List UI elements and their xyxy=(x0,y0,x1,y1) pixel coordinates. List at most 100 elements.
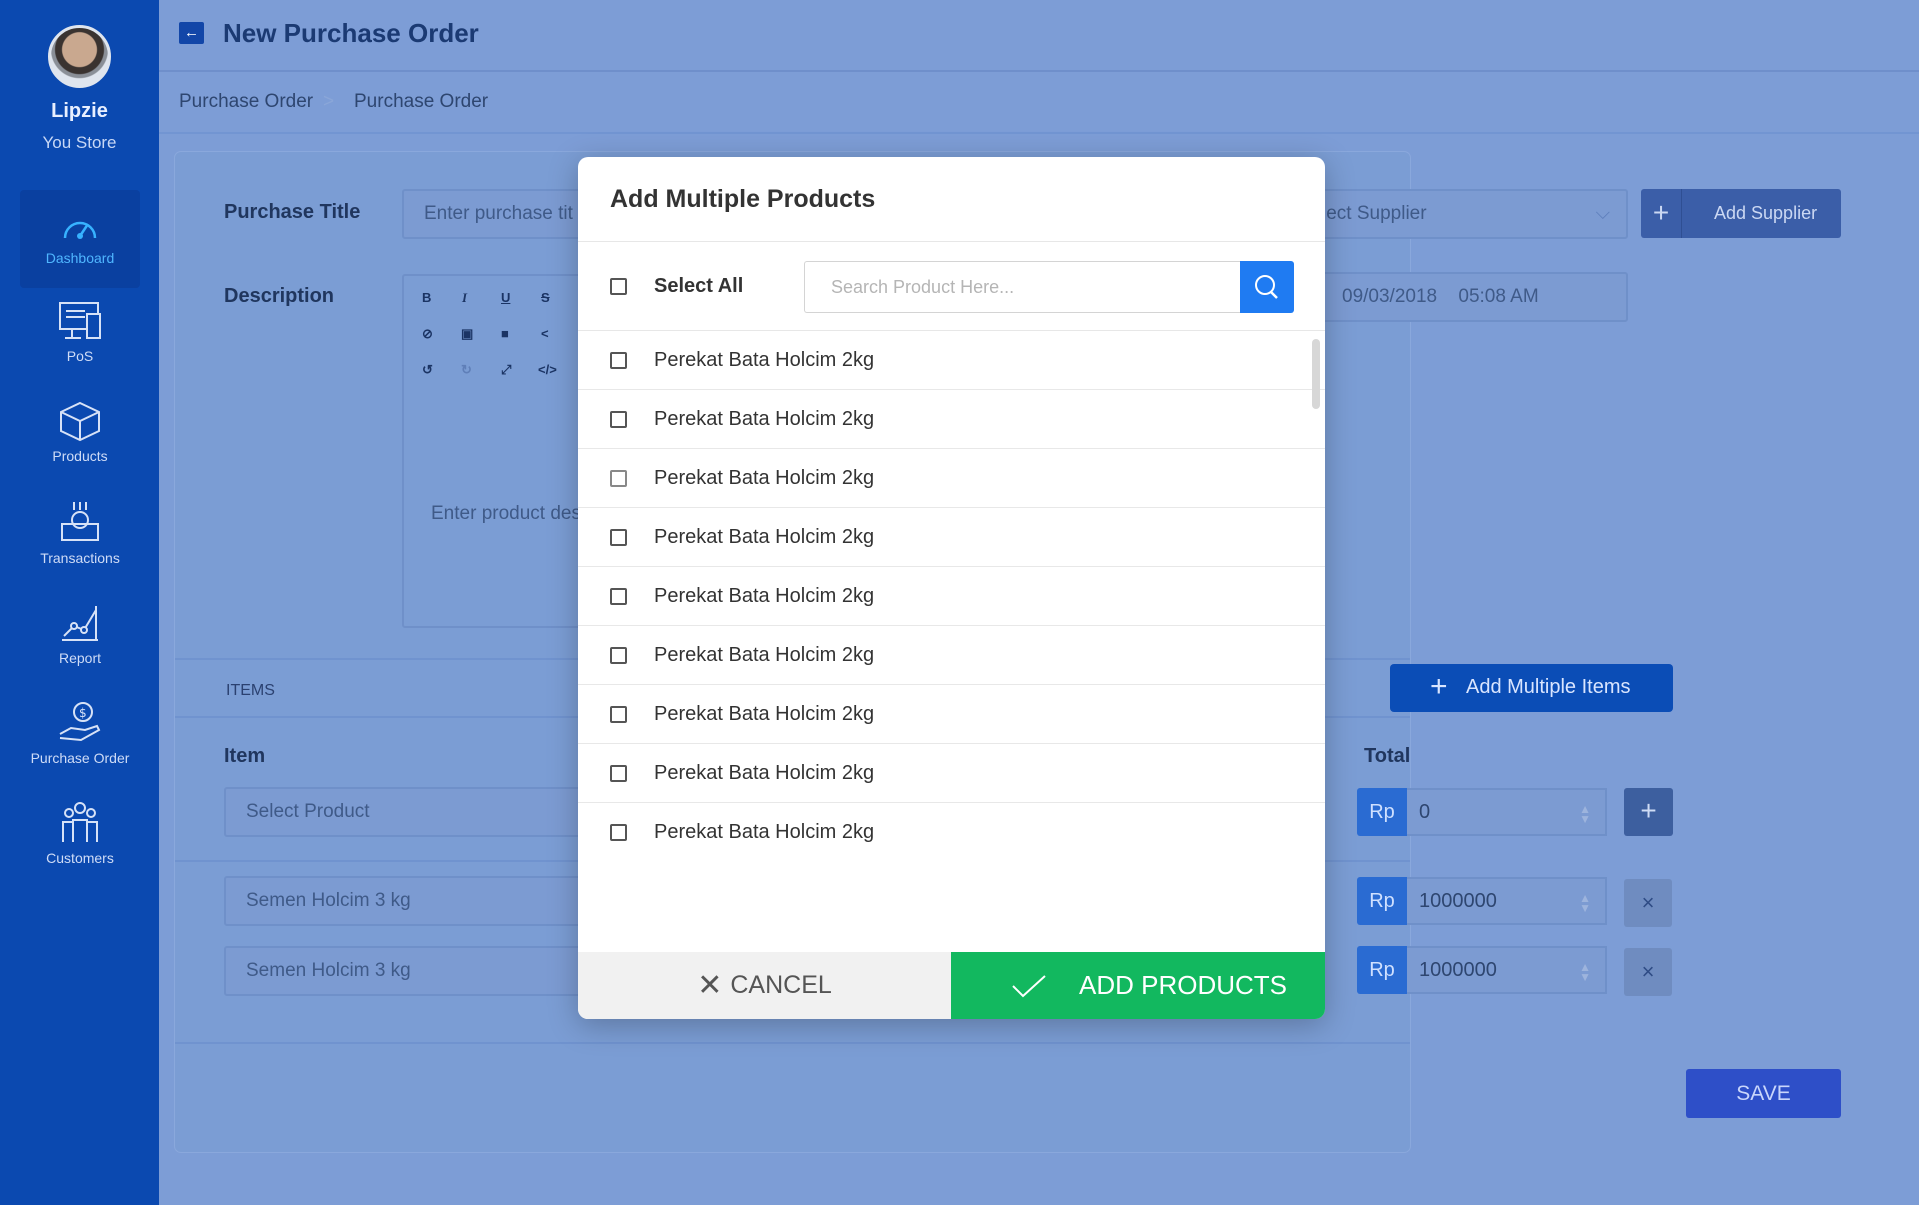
cancel-label: CANCEL xyxy=(730,971,832,999)
product-checkbox[interactable] xyxy=(610,706,627,723)
product-search-input[interactable]: Search Product Here... xyxy=(804,261,1241,313)
sidebar-item-label: PoS xyxy=(66,348,94,364)
purchase-title-label: Purchase Title xyxy=(224,201,361,223)
close-icon: ✕ xyxy=(697,969,723,1002)
product-name: Perekat Bata Holcim 2kg xyxy=(654,703,875,725)
sidebar-item-customers[interactable]: Customers xyxy=(20,800,140,898)
fullscreen-icon[interactable]: ⤢ xyxy=(501,362,511,378)
item-product-field[interactable]: Semen Holcim 3 kg xyxy=(224,946,584,996)
date-value: 09/03/2018 xyxy=(1342,286,1438,307)
scrollbar[interactable] xyxy=(1312,339,1320,409)
add-item-button[interactable]: + xyxy=(1624,788,1673,836)
search-icon xyxy=(1255,275,1278,299)
item-column-header: Item xyxy=(224,745,266,767)
spinner-icon[interactable]: ▲ ▼ xyxy=(1579,803,1591,825)
select-product-input[interactable]: Select Product xyxy=(224,787,584,837)
image-icon[interactable]: ▣ xyxy=(461,326,473,342)
product-name: Perekat Bata Holcim 2kg xyxy=(654,821,875,843)
remove-item-button[interactable]: × xyxy=(1624,879,1672,927)
remove-item-button[interactable]: × xyxy=(1624,948,1672,996)
list-item[interactable]: Perekat Bata Holcim 2kg xyxy=(578,626,1325,685)
product-checkbox[interactable] xyxy=(610,470,627,487)
user-store: You Store xyxy=(42,133,117,152)
back-arrow-icon[interactable]: ← xyxy=(179,22,204,44)
share-icon[interactable]: < xyxy=(541,326,549,341)
sidebar-item-dashboard[interactable]: Dashboard xyxy=(20,190,140,288)
product-checkbox[interactable] xyxy=(610,647,627,664)
total-input[interactable]: 1000000 ▲ ▼ xyxy=(1407,877,1607,925)
italic-icon[interactable]: I xyxy=(462,290,467,306)
avatar[interactable] xyxy=(48,25,111,88)
bold-icon[interactable]: B xyxy=(422,290,431,305)
link-icon[interactable]: ⊘ xyxy=(422,326,433,342)
register-icon xyxy=(61,502,99,541)
sidebar-item-label: Transactions xyxy=(40,550,120,566)
list-item[interactable]: Perekat Bata Holcim 2kg xyxy=(578,803,1325,862)
supplier-select[interactable]: lect Supplier ⌵ xyxy=(1320,189,1628,239)
undo-icon[interactable]: ↺ xyxy=(422,362,433,378)
item-product-field[interactable]: Semen Holcim 3 kg xyxy=(224,876,584,926)
plus-icon: + xyxy=(1641,189,1682,238)
save-button[interactable]: SAVE xyxy=(1686,1069,1841,1118)
total-column-header: Total xyxy=(1364,745,1411,767)
underline-icon[interactable]: U xyxy=(501,290,510,305)
sidebar-item-label: Dashboard xyxy=(45,250,115,266)
currency-prefix: Rp xyxy=(1357,946,1407,994)
sidebar-item-label: Products xyxy=(52,448,108,464)
sidebar-item-report[interactable]: Report xyxy=(20,600,140,698)
code-icon[interactable]: </> xyxy=(538,362,557,377)
sidebar-item-products[interactable]: Products xyxy=(20,400,140,498)
strikethrough-icon[interactable]: S xyxy=(541,290,550,305)
product-name: Perekat Bata Holcim 2kg xyxy=(654,467,875,489)
product-checkbox[interactable] xyxy=(610,529,627,546)
chart-icon xyxy=(62,606,98,641)
hand-coin-icon: $ xyxy=(59,702,101,742)
video-icon[interactable]: ■ xyxy=(501,326,509,341)
redo-icon[interactable]: ↻ xyxy=(461,362,472,378)
list-item[interactable]: Perekat Bata Holcim 2kg xyxy=(578,685,1325,744)
divider xyxy=(578,241,1325,242)
page-title: New Purchase Order xyxy=(223,18,479,48)
sidebar: Lipzie You Store Dashboard PoS Products … xyxy=(0,0,159,1205)
sidebar-item-pos[interactable]: PoS xyxy=(20,300,140,398)
date-time-input[interactable]: 09/03/2018 05:08 AM xyxy=(1320,272,1628,322)
add-products-button[interactable]: ADD PRODUCTS xyxy=(951,952,1325,1019)
add-multiple-items-label: Add Multiple Items xyxy=(1466,676,1631,698)
list-item[interactable]: Perekat Bata Holcim 2kg xyxy=(578,449,1325,508)
breadcrumb-item[interactable]: Purchase Order xyxy=(179,91,313,113)
purchase-title-input[interactable]: Enter purchase tit xyxy=(402,189,582,239)
sidebar-item-purchase-order[interactable]: $ Purchase Order xyxy=(20,700,140,798)
spinner-icon[interactable]: ▲ ▼ xyxy=(1579,961,1591,983)
list-item[interactable]: Perekat Bata Holcim 2kg xyxy=(578,508,1325,567)
spinner-icon[interactable]: ▲ ▼ xyxy=(1579,892,1591,914)
add-supplier-label: Add Supplier xyxy=(1714,203,1818,223)
product-checkbox[interactable] xyxy=(610,352,627,369)
description-editor[interactable]: B I U S ⊘ ▣ ■ < ↺ ↻ ⤢ </> Enter product … xyxy=(402,274,586,628)
time-value: 05:08 AM xyxy=(1458,286,1539,307)
select-all-checkbox[interactable] xyxy=(610,278,627,295)
product-checkbox[interactable] xyxy=(610,588,627,605)
add-supplier-button[interactable]: + Add Supplier xyxy=(1641,189,1841,238)
search-button[interactable] xyxy=(1240,261,1294,313)
list-item[interactable]: Perekat Bata Holcim 2kg xyxy=(578,744,1325,803)
total-input[interactable]: 0 ▲ ▼ xyxy=(1407,788,1607,836)
product-checkbox[interactable] xyxy=(610,411,627,428)
total-value: 0 xyxy=(1419,801,1431,823)
add-multiple-products-modal: Add Multiple Products Select All Search … xyxy=(578,157,1325,1019)
sidebar-item-transactions[interactable]: Transactions xyxy=(20,500,140,598)
product-name: Perekat Bata Holcim 2kg xyxy=(654,408,875,430)
sidebar-item-label: Purchase Order xyxy=(30,750,130,766)
product-checkbox[interactable] xyxy=(610,765,627,782)
total-input[interactable]: 1000000 ▲ ▼ xyxy=(1407,946,1607,994)
select-all-label: Select All xyxy=(654,275,744,297)
product-name: Perekat Bata Holcim 2kg xyxy=(654,644,875,666)
list-item[interactable]: Perekat Bata Holcim 2kg xyxy=(578,331,1325,390)
product-checkbox[interactable] xyxy=(610,824,627,841)
add-multiple-items-button[interactable]: + Add Multiple Items xyxy=(1390,664,1673,712)
plus-icon: + xyxy=(1430,670,1448,703)
list-item[interactable]: Perekat Bata Holcim 2kg xyxy=(578,567,1325,626)
description-label: Description xyxy=(224,285,335,307)
monitor-icon xyxy=(59,302,101,339)
cancel-button[interactable]: ✕ CANCEL xyxy=(578,952,951,1019)
list-item[interactable]: Perekat Bata Holcim 2kg xyxy=(578,390,1325,449)
